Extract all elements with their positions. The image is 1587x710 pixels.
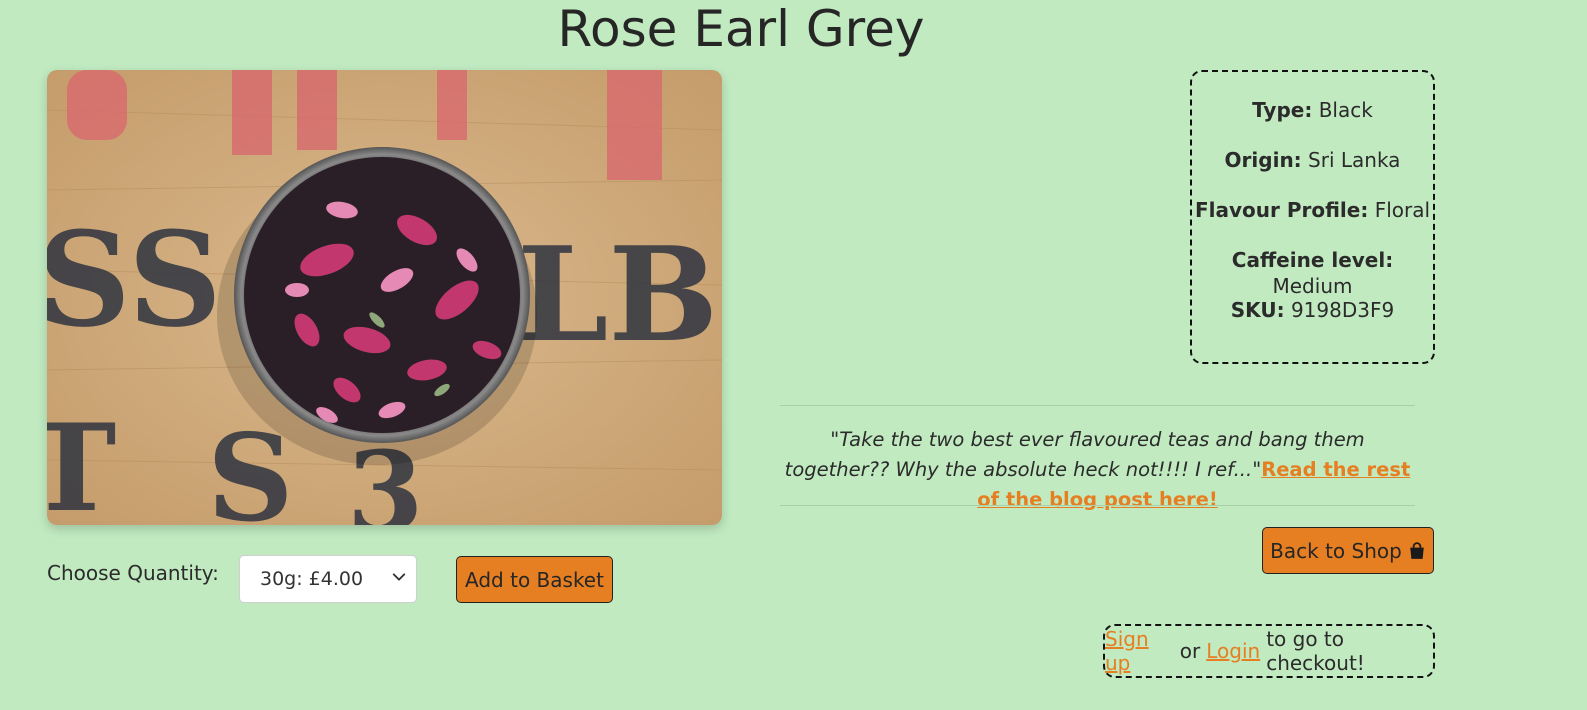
detail-label: Type: [1252, 98, 1313, 122]
product-image: SS LB T S 3 [47, 70, 722, 525]
product-details-box: Type: Black Origin: Sri Lanka Flavour Pr… [1190, 70, 1435, 364]
detail-value: Medium [1272, 274, 1353, 298]
detail-label: Origin: [1224, 148, 1302, 172]
blog-excerpt: "Take the two best ever flavoured teas a… [780, 425, 1415, 515]
detail-value: Sri Lanka [1308, 148, 1401, 172]
detail-value: Black [1318, 98, 1373, 122]
divider [780, 405, 1415, 406]
detail-value: Floral [1374, 198, 1431, 222]
detail-caffeine-level: Caffeine level: Medium [1192, 247, 1433, 299]
detail-sku: SKU: 9198D3F9 [1192, 297, 1433, 323]
checkout-prompt: Sign up or Login to go to checkout! [1103, 624, 1435, 678]
back-to-shop-label: Back to Shop [1270, 538, 1402, 563]
shopping-bag-icon [1410, 541, 1424, 559]
svg-text:SS: SS [47, 203, 222, 356]
detail-label: SKU: [1230, 298, 1285, 322]
or-text: or [1179, 639, 1201, 663]
detail-label: Flavour Profile: [1194, 198, 1369, 222]
detail-flavour-profile: Flavour Profile: Floral [1192, 197, 1433, 223]
page-title: Rose Earl Grey [557, 0, 925, 58]
sign-up-link[interactable]: Sign up [1105, 627, 1174, 675]
checkout-suffix: to go to checkout! [1266, 627, 1365, 675]
login-link[interactable]: Login [1206, 639, 1260, 663]
back-to-shop-button[interactable]: Back to Shop [1262, 527, 1434, 574]
svg-text:T: T [47, 398, 116, 525]
divider [780, 505, 1415, 506]
detail-label: Caffeine level: [1231, 248, 1394, 272]
detail-value: 9198D3F9 [1290, 298, 1395, 322]
detail-origin: Origin: Sri Lanka [1192, 147, 1433, 173]
quantity-select[interactable]: 30g: £4.00 [239, 555, 417, 603]
quantity-selected-value: 30g: £4.00 [260, 568, 364, 590]
detail-type: Type: Black [1192, 97, 1433, 123]
chevron-down-icon [392, 573, 406, 581]
quantity-label: Choose Quantity: [47, 561, 219, 585]
add-to-basket-button[interactable]: Add to Basket [456, 556, 613, 603]
svg-text:LB: LB [517, 218, 718, 371]
